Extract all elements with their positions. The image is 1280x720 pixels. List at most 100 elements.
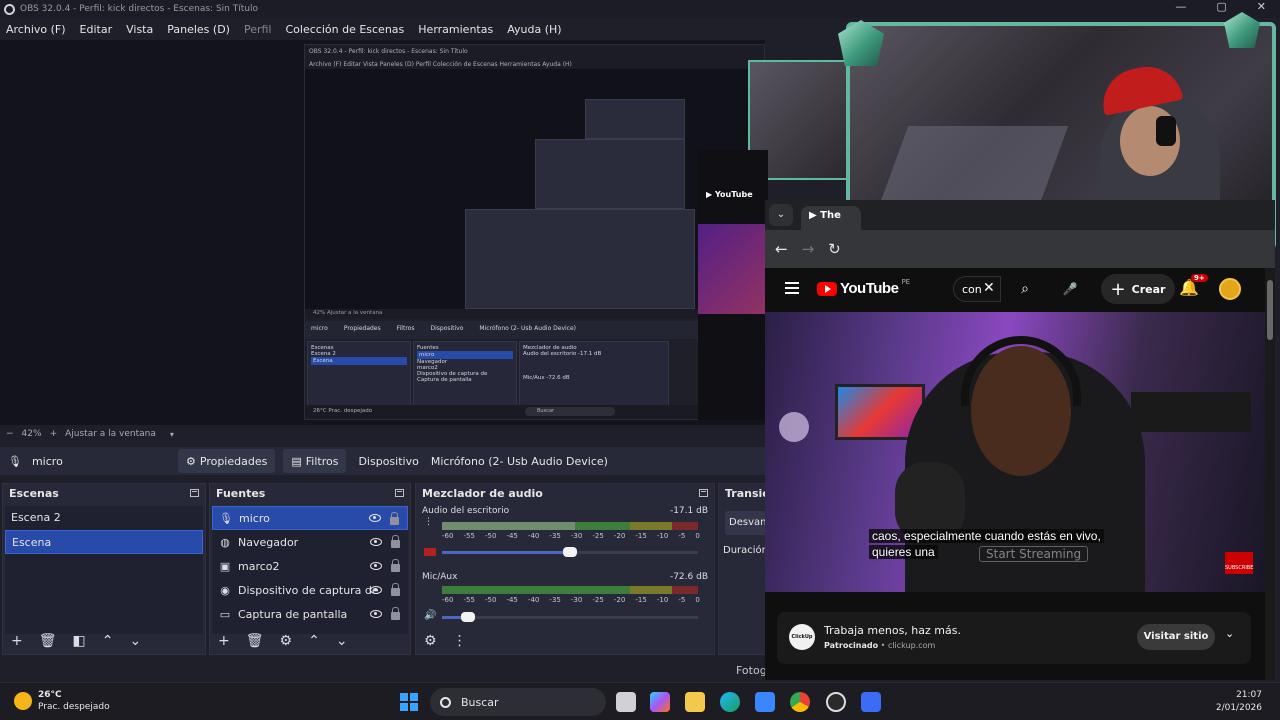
volume-slider[interactable] (442, 547, 698, 557)
source-item-micro[interactable]: 🎙 micro (212, 506, 408, 530)
menu-archivo[interactable]: Archivo (F) (6, 23, 66, 36)
undock-icon[interactable] (395, 489, 404, 497)
transition-select[interactable]: Desvan (725, 511, 767, 535)
source-item-screen-capture[interactable]: ▭ Captura de pantalla (212, 602, 408, 626)
weather-widget[interactable]: 26°C Prac. despejado (14, 689, 110, 713)
nested-device: Micrófono (2- Usb Audio Device) (479, 325, 577, 332)
channel-header: Audio del escritorio -17.1 dB (422, 506, 708, 516)
slider-knob[interactable] (563, 547, 577, 557)
taskbar-clock[interactable]: 21:07 2/01/2026 (1216, 689, 1262, 715)
maximize-button[interactable]: ▢ (1216, 0, 1226, 13)
filters-button[interactable]: ▤ Filtros (283, 449, 347, 473)
voice-search-mic-icon[interactable]: 🎤 (1057, 276, 1083, 302)
remove-scene-trash-icon[interactable]: 🗑 (39, 633, 57, 649)
zoom-out-button[interactable]: − (6, 429, 14, 439)
taskbar-search-label: Buscar (461, 695, 499, 709)
lock-icon[interactable] (391, 583, 400, 596)
reload-button[interactable]: ↻ (828, 240, 841, 258)
undock-icon[interactable] (190, 489, 199, 497)
windows-start-icon[interactable] (400, 693, 418, 711)
store-icon[interactable] (755, 692, 775, 712)
taskbar-search[interactable]: Buscar (430, 688, 606, 716)
move-down-icon[interactable]: ⌄ (129, 633, 141, 649)
menu-editar[interactable]: Editar (80, 23, 113, 36)
notifications-bell-icon[interactable]: 🔔 9+ (1179, 274, 1208, 298)
menu-ayuda[interactable]: Ayuda (H) (507, 23, 561, 36)
add-source-button[interactable]: + (218, 633, 230, 649)
slider-knob[interactable] (460, 612, 475, 622)
meter-tick: -55 (463, 596, 475, 604)
chrome-icon[interactable] (790, 692, 810, 712)
task-view-icon[interactable] (616, 692, 636, 712)
menu-vista[interactable]: Vista (126, 23, 153, 36)
properties-button[interactable]: ⚙ Propiedades (178, 449, 276, 473)
scrollbar-thumb[interactable] (1267, 280, 1273, 340)
browser-tab[interactable]: ▶ The (801, 206, 861, 230)
meter-tick: -25 (592, 596, 604, 604)
volume-slider[interactable] (442, 612, 698, 622)
close-button[interactable]: ✕ (1257, 0, 1266, 13)
channel-menu-dots-icon[interactable]: ⋮ (424, 518, 434, 527)
back-button[interactable]: ← (775, 240, 788, 258)
forward-button[interactable]: → (802, 240, 815, 258)
visibility-eye-icon[interactable] (370, 538, 382, 546)
subscribe-watermark-icon[interactable]: SUBSCRIBE (1225, 552, 1253, 574)
chevron-down-icon[interactable]: ⌄ (1225, 627, 1234, 640)
scene-filters-icon[interactable]: ◧ (73, 633, 86, 649)
lock-icon[interactable] (391, 559, 400, 572)
window-titlebar: OBS 32.0.4 - Perfil: kick directos - Esc… (0, 0, 1280, 18)
clear-search-icon[interactable]: ✕ (983, 280, 995, 296)
nested-mixer-ch1: Audio del escritorio -17.1 dB (523, 351, 665, 357)
lock-icon[interactable] (391, 535, 400, 548)
muted-speaker-icon[interactable] (424, 548, 436, 556)
sponsored-ad-banner[interactable]: ClickUp Trabaja menos, haz más. Patrocin… (777, 612, 1251, 664)
visibility-eye-icon[interactable] (370, 610, 382, 618)
visibility-eye-icon[interactable] (370, 586, 382, 594)
create-button[interactable]: + Crear (1101, 274, 1175, 304)
menu-herramientas[interactable]: Herramientas (418, 23, 493, 36)
minimize-button[interactable]: — (1175, 0, 1186, 13)
remove-source-trash-icon[interactable]: 🗑 (246, 633, 264, 649)
obs-taskbar-icon[interactable] (826, 692, 846, 712)
visit-site-button[interactable]: Visitar sitio (1137, 624, 1215, 650)
avatar[interactable] (1219, 278, 1241, 300)
lock-icon[interactable] (390, 512, 399, 525)
advanced-audio-gear-icon[interactable]: ⚙ (424, 633, 437, 649)
copilot-icon[interactable] (650, 692, 670, 712)
menu-coleccion-escenas[interactable]: Colección de Escenas (286, 23, 405, 36)
scene-item-escena[interactable]: Escena (5, 530, 203, 554)
tab-search-icon[interactable]: ⌄ (769, 204, 793, 226)
move-up-icon[interactable]: ⌃ (102, 633, 114, 649)
menu-hamburger-icon[interactable] (785, 282, 799, 294)
visibility-eye-icon[interactable] (369, 514, 381, 522)
app-taskbar-icon[interactable] (861, 692, 881, 712)
source-label: Dispositivo de captura de (238, 583, 379, 597)
move-down-icon[interactable]: ⌄ (336, 633, 348, 649)
zoom-in-button[interactable]: + (50, 429, 58, 439)
speaker-icon[interactable]: 🔊 (424, 610, 436, 621)
move-up-icon[interactable]: ⌃ (308, 633, 320, 649)
menu-perfil[interactable]: Perfil (244, 23, 272, 36)
menu-paneles[interactable]: Paneles (D) (167, 23, 230, 36)
video-player[interactable]: Start Streaming caos, especialmente cuan… (765, 312, 1265, 592)
visibility-eye-icon[interactable] (370, 562, 382, 570)
page-scrollbar[interactable] (1265, 268, 1275, 680)
weather-text: 26°C Prac. despejado (38, 689, 110, 713)
source-item-marco2[interactable]: ▣ marco2 (212, 554, 408, 578)
lock-icon[interactable] (391, 607, 400, 620)
add-scene-button[interactable]: + (11, 633, 23, 649)
source-item-navegador[interactable]: ◍ Navegador (212, 530, 408, 554)
youtube-logo[interactable]: YouTube PE (817, 278, 910, 297)
zoom-dropdown-icon[interactable]: ▾ (170, 430, 174, 439)
search-icon[interactable]: ⌕ (1011, 276, 1039, 302)
device-dropdown[interactable]: Micrófono (2- Usb Audio Device) (431, 455, 608, 468)
undock-icon[interactable] (699, 489, 708, 497)
source-settings-gear-icon[interactable]: ⚙ (280, 633, 293, 649)
source-item-capture-device[interactable]: ◉ Dispositivo de captura de (212, 578, 408, 602)
ad-meta: Patrocinado • clickup.com (824, 641, 936, 650)
edge-icon[interactable] (720, 692, 740, 712)
mixer-menu-dots-icon[interactable]: ⋮ (453, 633, 467, 649)
scene-item-escena-2[interactable]: Escena 2 (5, 506, 203, 530)
meter-tick: -55 (463, 532, 475, 540)
file-explorer-icon[interactable] (685, 692, 705, 712)
